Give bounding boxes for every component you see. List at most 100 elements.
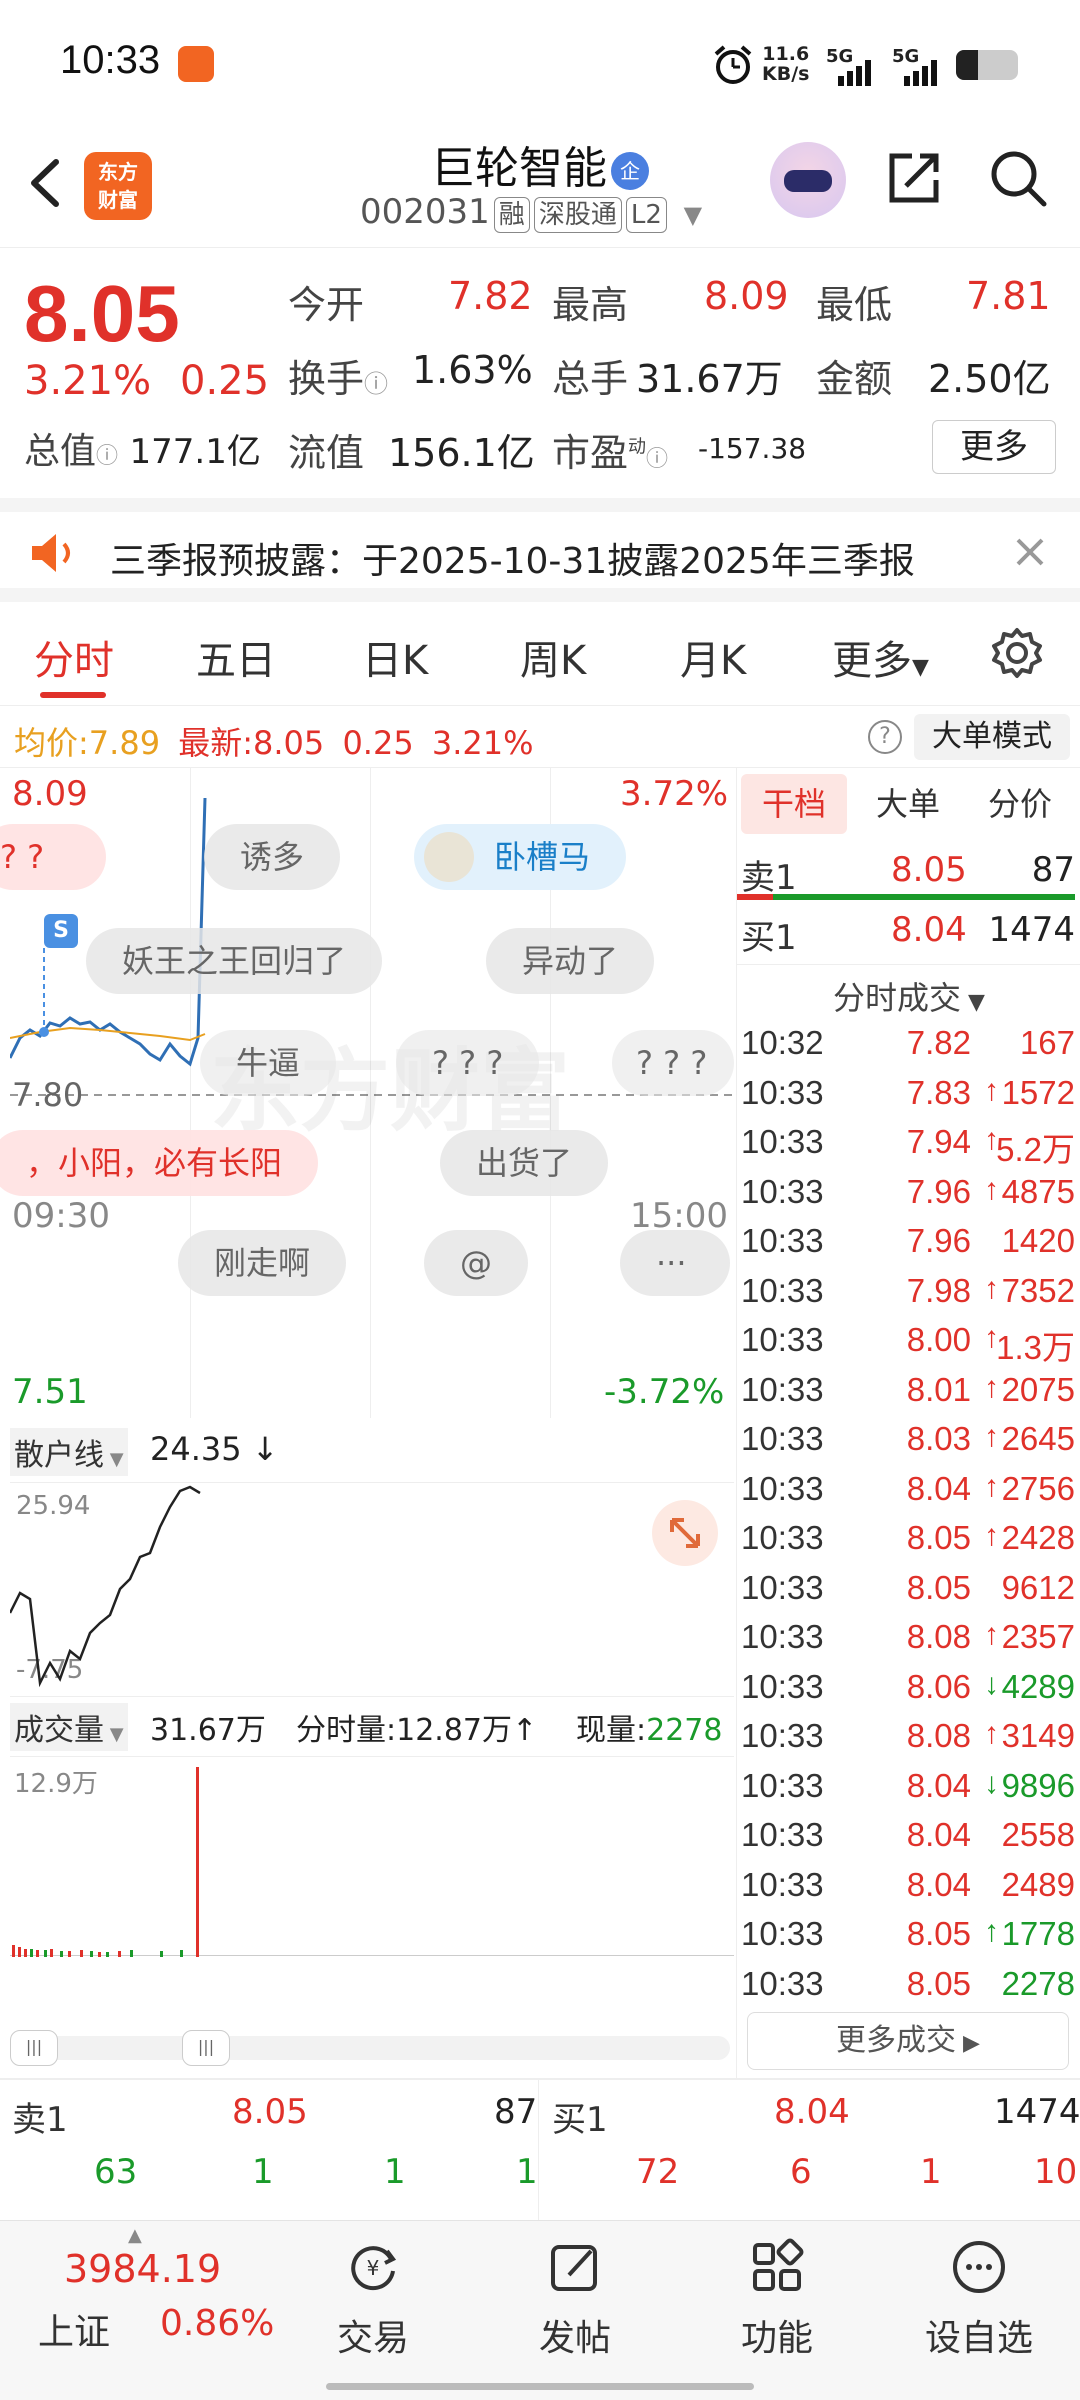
gear-icon[interactable] <box>990 626 1044 680</box>
tab-daily-k[interactable]: 日K <box>362 628 428 686</box>
bottom-nav: ▲ 3984.19 上证 0.86% ¥ 交易 发帖 功能 设自选 <box>0 2220 1080 2400</box>
chart-area: 东方财富 S 8.09 3.72% 7.80 7.51 -3.72% ? ? 诱… <box>0 768 734 2078</box>
current-price: 8.05 <box>24 269 180 358</box>
tick-row: 10:33 8.08 ↑ 3149 <box>741 1717 1075 1754</box>
volume-header: 成交量 ▼ 31.67万 分时量:12.87万↑ 现量:2278 <box>10 1696 734 1754</box>
tab-orderbook[interactable]: 干档 <box>741 774 847 834</box>
bottom-bid-label: 买1 <box>552 2100 608 2140</box>
turnover-label: 换手ⓘ <box>288 357 389 401</box>
float-value: 156.1亿 <box>388 431 535 475</box>
comment-bubble[interactable]: 卧槽马 <box>414 824 627 890</box>
tick-row: 10:33 7.98 ↑ 7352 <box>741 1271 1075 1309</box>
comment-bubble[interactable]: ? ? <box>0 824 106 890</box>
ticks-list: 10:32 7.82 167 10:33 7.83 ↑ 1572 10:33 7.94 ↑ 5.2万… <box>737 1020 1080 2010</box>
bid-queue-item: 6 <box>790 2152 812 2192</box>
float-value-label: 流值 <box>288 431 365 475</box>
signal-icon-1 <box>838 60 871 86</box>
comment-bubble[interactable]: @ <box>424 1230 528 1296</box>
expand-icon[interactable] <box>652 1500 718 1566</box>
nav-trade[interactable]: ¥ 交易 <box>308 2237 438 2361</box>
tick-row: 10:33 7.96 ↑ 4875 <box>741 1172 1075 1210</box>
nav-add-watchlist[interactable]: 设自选 <box>914 2237 1044 2361</box>
collapse-up-icon[interactable]: ▲ <box>128 2225 142 2246</box>
slider-right-handle[interactable]: ||| <box>182 2030 230 2066</box>
comment-bubble[interactable]: ? ? ? <box>612 1030 734 1096</box>
comment-bubble[interactable]: ··· <box>620 1230 730 1296</box>
comment-bubble[interactable]: 刚走啊 <box>178 1230 347 1296</box>
home-indicator[interactable] <box>326 2383 754 2390</box>
signal-marker[interactable]: S <box>44 914 78 948</box>
more-deals-button[interactable]: 更多成交 ▶ <box>747 2012 1069 2070</box>
ask-queue-item: 1 <box>384 2152 406 2192</box>
tab-big-orders[interactable]: 大单 <box>855 774 961 834</box>
total-value-row: 总值ⓘ 177.1亿 <box>24 431 261 472</box>
tick-row: 10:33 8.04 2489 <box>741 1865 1075 1903</box>
intraday-chart[interactable]: 东方财富 S <box>10 768 734 1418</box>
nav-functions[interactable]: 功能 <box>712 2237 842 2361</box>
ticks-title[interactable]: 分时成交 ▼ <box>737 964 1080 1018</box>
search-icon[interactable] <box>986 146 1050 210</box>
tab-five-day[interactable]: 五日 <box>196 628 276 686</box>
tab-more[interactable]: 更多▼ <box>832 628 929 686</box>
bid-ask-ratio-bar <box>737 894 1075 900</box>
retail-line-svg <box>10 1485 201 1688</box>
tick-row: 10:33 8.04 2558 <box>741 1816 1075 1853</box>
index-name: 上证 <box>38 2312 111 2353</box>
comment-bubble[interactable]: 诱多 <box>204 824 341 890</box>
tag-margin: 融 <box>493 197 530 233</box>
more-quote-button[interactable]: 更多 <box>932 420 1056 474</box>
tick-row: 10:33 8.03 ↑ 2645 <box>741 1420 1075 1457</box>
volume-svg <box>12 1767 199 1957</box>
tab-price-distribution[interactable]: 分价 <box>967 774 1073 834</box>
big-order-mode-button[interactable]: 大单模式 <box>914 714 1070 760</box>
pe-label: 市盈动ⓘ <box>552 431 669 475</box>
ai-assistant-icon[interactable] <box>770 142 846 218</box>
stock-code-row[interactable]: 002031 融深股通 L2 ▼ <box>360 192 702 233</box>
volume-indicator-select[interactable]: 成交量 ▼ <box>10 1703 128 1751</box>
speaker-icon <box>32 534 70 572</box>
index-change: 0.86% <box>160 2303 275 2344</box>
tick-row: 10:33 8.00 ↑ 1.3万 <box>741 1321 1075 1366</box>
retail-line-chart[interactable]: 25.94 -7.75 <box>10 1482 734 1692</box>
comment-bubble[interactable]: ? ? ? <box>396 1030 540 1096</box>
nav-post[interactable]: 发帖 <box>510 2237 640 2361</box>
bottom-bid-volume: 1474 <box>994 2092 1080 2132</box>
volume-total: 31.67万 <box>150 1713 266 1748</box>
comment-bubble[interactable]: 异动了 <box>486 928 655 994</box>
change-percent: 3.21% <box>24 358 152 404</box>
close-icon[interactable] <box>1010 532 1050 572</box>
slider-left-handle[interactable]: ||| <box>10 2030 58 2066</box>
price-low-label: 7.51 <box>12 1372 88 1412</box>
tick-row: 10:33 8.05 9612 <box>741 1568 1075 1606</box>
bid1-row: 买1 8.04 1474 <box>741 910 1075 958</box>
tick-row: 10:33 7.96 1420 <box>741 1222 1075 1259</box>
time-range-slider[interactable]: ||| ||| <box>10 2030 730 2066</box>
order-panel-tabs: 干档 大单 分价 <box>737 774 1080 842</box>
network-speed: 11.6 KB/s <box>762 43 810 85</box>
comment-bubble[interactable]: 牛逼 <box>200 1030 337 1096</box>
amount-label: 金额 <box>816 357 893 401</box>
ask1-row: 卖1 8.05 87 <box>741 850 1075 898</box>
minute-volume: 分时量:12.87万↑ <box>296 1713 538 1748</box>
pct-high-label: 3.72% <box>620 774 729 814</box>
low-value: 7.81 <box>966 274 1051 318</box>
price-mid-label: 7.80 <box>12 1076 84 1114</box>
index-value[interactable]: 3984.19 <box>64 2247 221 2291</box>
indicator-select[interactable]: 散户线 ▼ <box>10 1428 128 1476</box>
avg-latest-info: 均价:7.89 最新:8.05 0.25 3.21% <box>14 724 534 762</box>
help-icon[interactable]: ? <box>868 720 902 754</box>
notice-banner[interactable]: 三季报预披露：于2025-10-31披露2025年三季报 <box>0 498 1080 602</box>
tab-monthly-k[interactable]: 月K <box>680 628 746 686</box>
trade-icon: ¥ <box>351 2246 397 2291</box>
comment-bubble[interactable]: ，小阳，必有长阳 <box>0 1130 319 1196</box>
comment-bubble[interactable]: 妖王之王回归了 <box>86 928 383 994</box>
bottom-ask-volume: 87 <box>494 2092 538 2132</box>
tick-row: 10:32 7.82 167 <box>741 1024 1075 1061</box>
volume-chart[interactable]: 12.9万 <box>10 1756 734 1957</box>
comment-bubble[interactable]: 出货了 <box>440 1130 609 1196</box>
tab-intraday[interactable]: 分时 <box>34 628 114 686</box>
enterprise-badge: 企 <box>611 152 649 190</box>
open-value: 7.82 <box>448 274 533 318</box>
tab-weekly-k[interactable]: 周K <box>520 628 586 686</box>
share-icon[interactable] <box>882 146 946 210</box>
